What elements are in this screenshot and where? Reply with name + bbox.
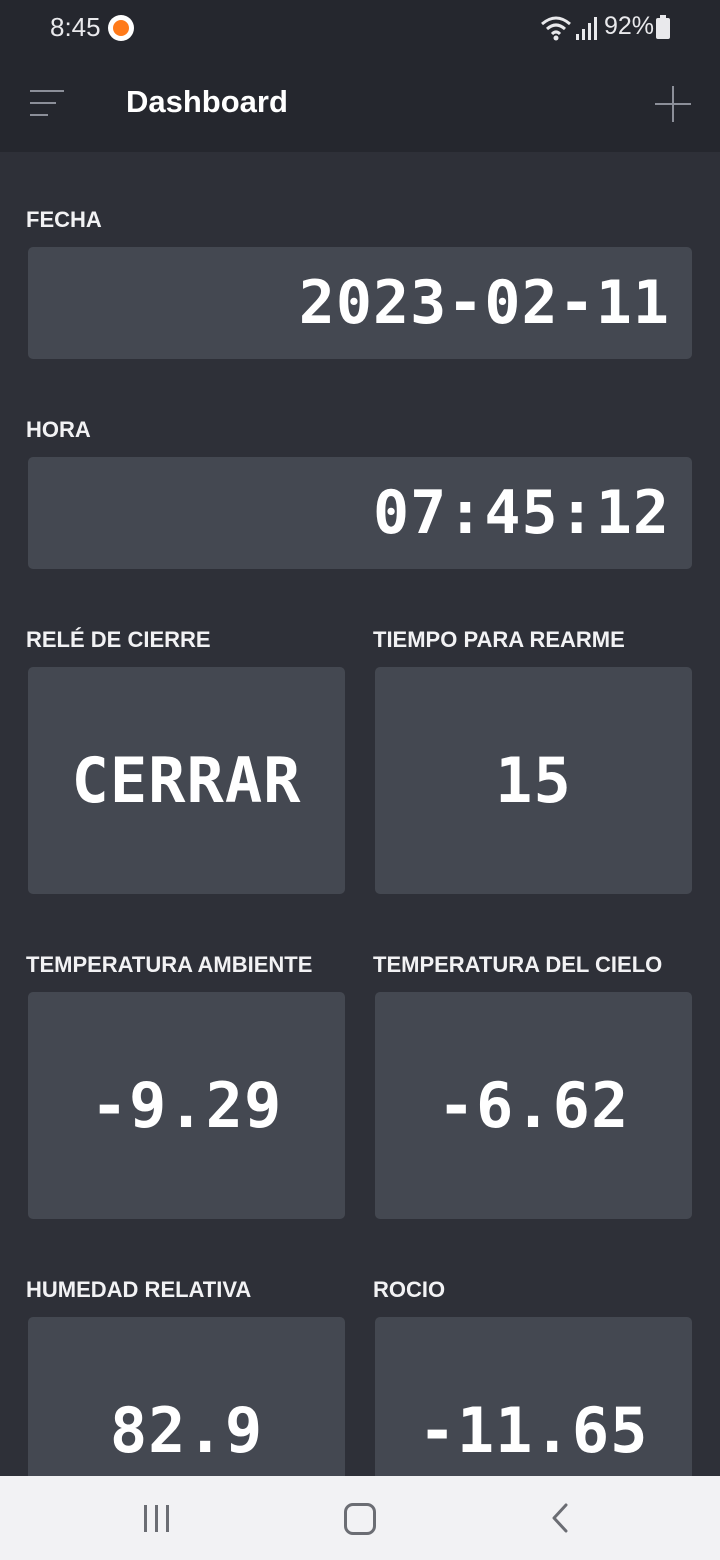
fecha-widget[interactable]: 2023-02-11 — [28, 247, 692, 359]
humedad-label: HUMEDAD RELATIVA — [26, 1277, 252, 1302]
wifi-icon — [541, 16, 571, 41]
dashboard-content[interactable]: FECHA 2023-02-11 HORA 07:45:12 RELÉ DE C… — [0, 152, 720, 1476]
add-icon[interactable] — [655, 86, 691, 122]
rocio-label: ROCIO — [373, 1277, 446, 1302]
battery-icon — [656, 15, 670, 39]
tiempo-label: TIEMPO PARA REARME — [373, 627, 625, 652]
app-bar: Dashboard — [0, 56, 720, 152]
menu-icon[interactable] — [30, 88, 66, 118]
temp-ambiente-value: -9.29 — [90, 1069, 283, 1142]
tiempo-widget[interactable]: 15 — [375, 667, 692, 894]
rocio-value: -11.65 — [418, 1394, 649, 1467]
hora-label: HORA — [26, 417, 91, 442]
recent-apps-icon[interactable] — [144, 1505, 172, 1533]
temp-ambiente-label: TEMPERATURA AMBIENTE — [26, 952, 313, 977]
system-nav-bar — [0, 1476, 720, 1560]
humedad-widget[interactable]: 82.9 — [28, 1317, 345, 1476]
hora-value: 07:45:12 — [373, 478, 670, 548]
rocio-widget[interactable]: -11.65 — [375, 1317, 692, 1476]
rele-value: CERRAR — [71, 744, 302, 817]
signal-icon — [576, 17, 597, 40]
temp-cielo-label: TEMPERATURA DEL CIELO — [373, 952, 663, 977]
fecha-value: 2023-02-11 — [298, 268, 670, 338]
hora-widget[interactable]: 07:45:12 — [28, 457, 692, 569]
rele-label: RELÉ DE CIERRE — [26, 627, 211, 652]
status-bar: 8:45 92% — [0, 0, 720, 56]
status-time: 8:45 — [50, 12, 101, 42]
tiempo-value: 15 — [495, 744, 572, 817]
notification-icon — [108, 15, 134, 41]
home-icon[interactable] — [344, 1503, 376, 1535]
page-title: Dashboard — [126, 84, 288, 119]
rele-button[interactable]: CERRAR — [28, 667, 345, 894]
fecha-label: FECHA — [26, 207, 102, 232]
humedad-value: 82.9 — [109, 1394, 264, 1467]
temp-cielo-value: -6.62 — [437, 1069, 630, 1142]
temp-ambiente-widget[interactable]: -9.29 — [28, 992, 345, 1219]
temp-cielo-widget[interactable]: -6.62 — [375, 992, 692, 1219]
back-icon[interactable] — [548, 1502, 574, 1534]
battery-percentage: 92% — [604, 12, 655, 40]
